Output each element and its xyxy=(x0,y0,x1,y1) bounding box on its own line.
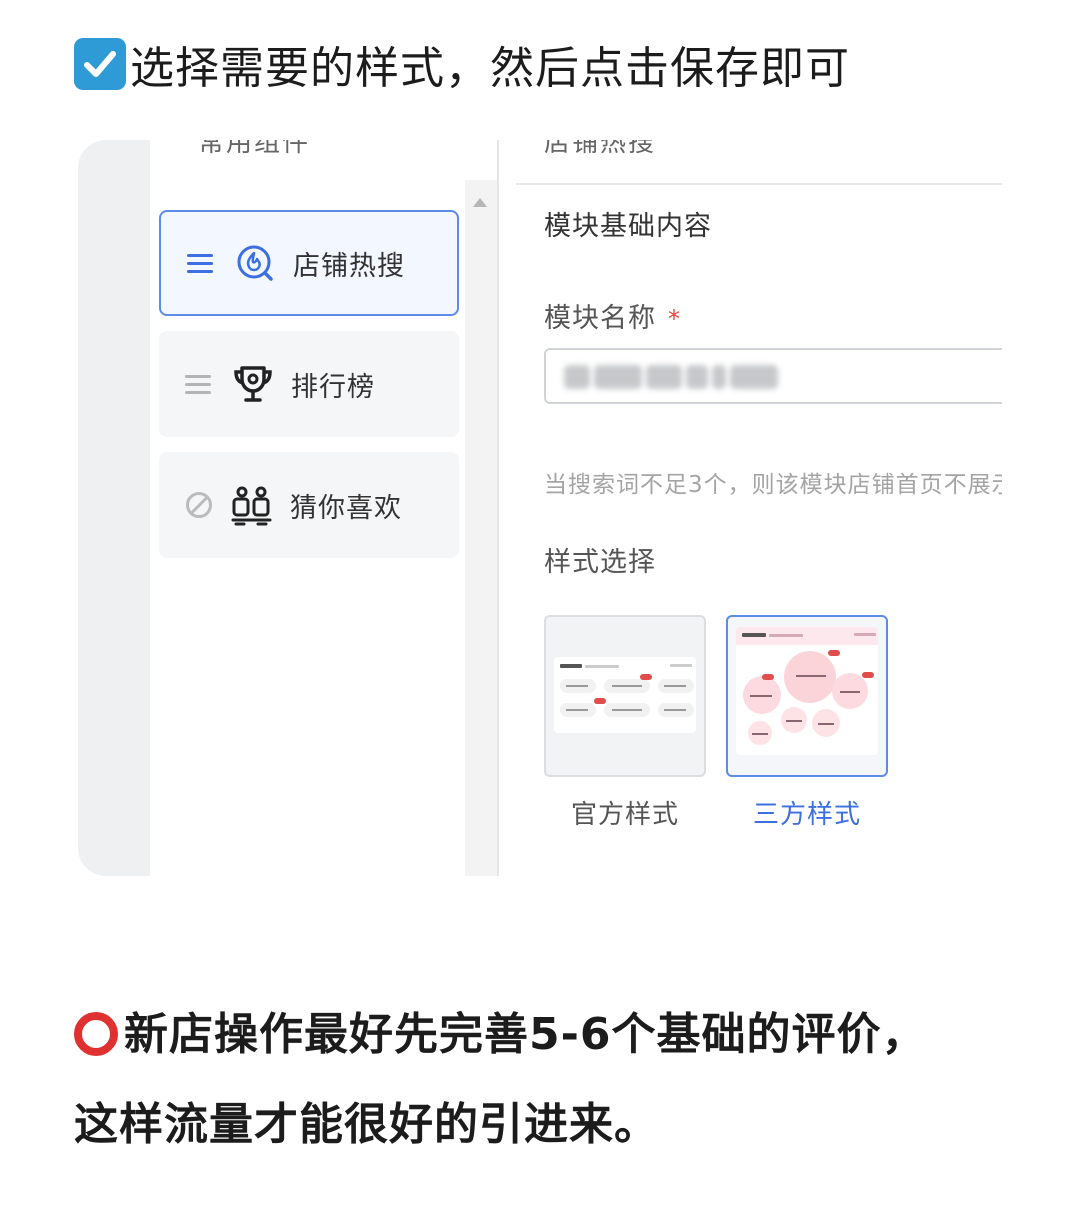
tip-line-1-text: 新店操作最好先完善5-6个基础的评价， xyxy=(124,1009,927,1060)
guess-like-icon xyxy=(230,483,274,527)
check-mark-icon xyxy=(74,38,126,90)
style-select-label: 样式选择 xyxy=(544,547,656,578)
trophy-icon xyxy=(231,362,275,406)
component-card-hot-search[interactable]: 店铺热搜 xyxy=(159,210,459,316)
official-style-preview xyxy=(554,657,696,733)
component-label-ranking: 排行榜 xyxy=(291,371,375,403)
component-label-guess-like: 猜你喜欢 xyxy=(290,492,402,524)
scroll-up-icon[interactable] xyxy=(473,198,487,207)
tip-line-1: 新店操作最好先完善5-6个基础的评价， xyxy=(74,993,1014,1077)
drag-handle-icon[interactable] xyxy=(187,249,213,278)
component-card-ranking[interactable]: 排行榜 xyxy=(159,331,459,437)
style-option-third-party[interactable] xyxy=(726,615,888,777)
settings-screenshot: 常用组件 店铺热搜 店铺热搜 排行榜 猜你喜欢 模块基础内容 模块名称 * 当搜… xyxy=(78,140,1002,876)
tip-line-2: 这样流量才能很好的引进来。 xyxy=(74,1099,659,1150)
hint-text: 当搜索词不足3个，则该模块店铺首页不展示 xyxy=(544,472,1002,498)
blurred-input-value xyxy=(564,365,792,391)
left-gutter xyxy=(78,140,150,876)
component-card-guess-like[interactable]: 猜你喜欢 xyxy=(159,452,459,558)
drag-handle-icon[interactable] xyxy=(185,370,211,399)
step-heading: 选择需要的样式，然后点击保存即可 xyxy=(74,34,850,94)
red-circle-icon xyxy=(74,1012,118,1056)
component-label-hot-search: 店铺热搜 xyxy=(293,250,405,282)
search-fire-icon xyxy=(233,241,277,285)
module-name-label: 模块名称 * xyxy=(544,296,681,335)
disabled-icon xyxy=(186,492,212,518)
module-name-input[interactable] xyxy=(544,348,1002,404)
scrollbar[interactable] xyxy=(465,180,497,876)
header-divider xyxy=(516,183,1002,185)
clipped-group-title: 常用组件 xyxy=(198,140,311,158)
clipped-module-title: 店铺热搜 xyxy=(544,140,657,158)
style-option-official[interactable] xyxy=(544,615,706,777)
panel-divider xyxy=(497,140,499,876)
third-party-style-preview xyxy=(736,627,878,755)
step-heading-text: 选择需要的样式，然后点击保存即可 xyxy=(130,43,850,94)
module-name-label-text: 模块名称 xyxy=(544,303,656,334)
style-name-third-party: 三方样式 xyxy=(752,800,861,830)
style-name-official: 官方样式 xyxy=(570,800,679,830)
section-title: 模块基础内容 xyxy=(544,211,712,242)
required-mark: * xyxy=(668,305,681,333)
